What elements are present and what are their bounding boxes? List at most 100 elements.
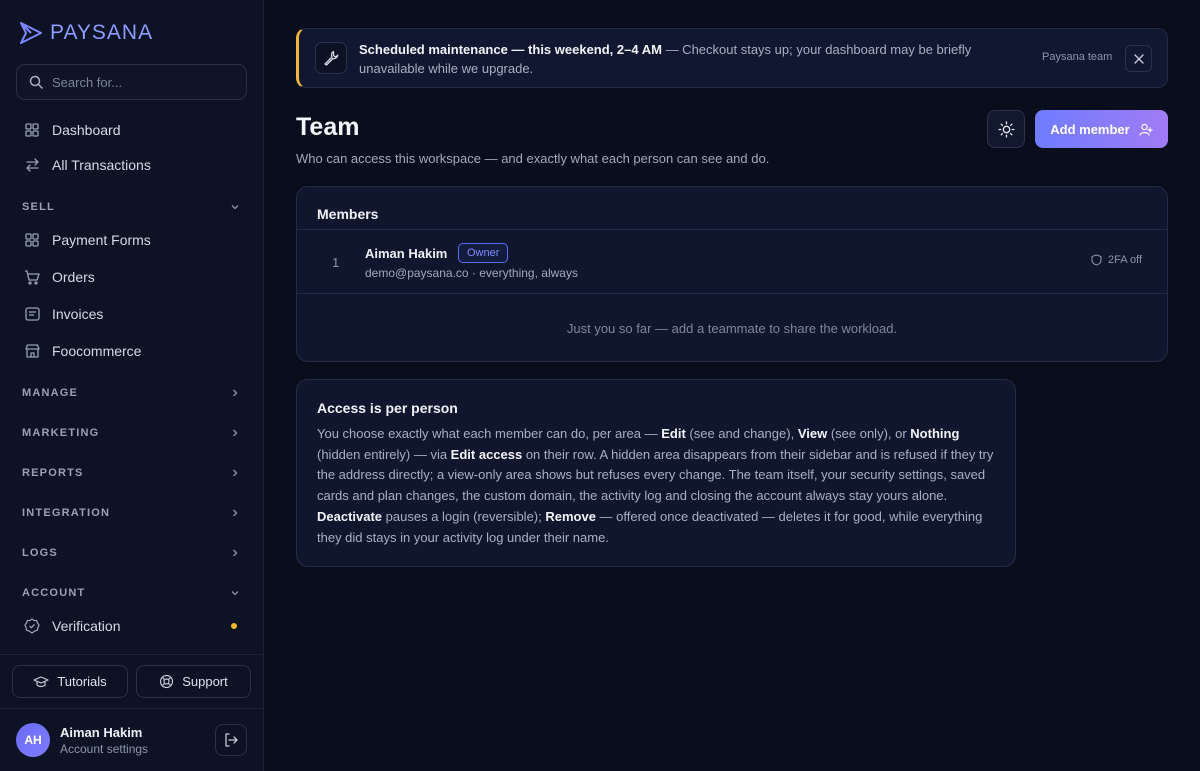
chevron-right-icon: [233, 509, 238, 517]
nav-foocommerce-label: Foocommerce: [52, 343, 142, 359]
banner-message: Scheduled maintenance — this weekend, 2–…: [359, 40, 1031, 78]
tutorials-label: Tutorials: [57, 674, 107, 689]
nav-verification-label: Verification: [52, 618, 121, 634]
maintenance-banner: Scheduled maintenance — this weekend, 2–…: [296, 28, 1168, 88]
cart-icon: [24, 269, 40, 285]
section-marketing-label: MARKETING: [22, 427, 100, 439]
section-manage-label: MANAGE: [22, 387, 79, 399]
access-text: You choose exactly what each member can …: [317, 426, 662, 441]
nav-payment-forms-label: Payment Forms: [52, 232, 151, 248]
brand-name: PAYSANA: [50, 21, 154, 44]
theme-toggle-button[interactable]: [987, 110, 1025, 148]
access-term-nothing: Nothing: [910, 426, 960, 441]
invoice-icon: [24, 306, 40, 322]
paysana-logo-icon: [20, 22, 42, 44]
twofa-status: 2FA off: [1091, 254, 1142, 266]
section-manage[interactable]: MANAGE: [22, 383, 240, 403]
search-box[interactable]: [16, 64, 247, 100]
divider: [297, 229, 1167, 230]
support-label: Support: [182, 674, 228, 689]
access-title: Access is per person: [317, 400, 458, 416]
access-text: (see and change),: [685, 426, 798, 441]
access-term-remove: Remove: [545, 508, 596, 524]
chevron-right-icon: [233, 389, 238, 397]
access-info-card: Access is per person You choose exactly …: [296, 379, 1016, 567]
sidebar-divider: [0, 708, 263, 709]
empty-state-text: Just you so far — add a teammate to shar…: [566, 321, 898, 336]
section-reports[interactable]: REPORTS: [22, 463, 240, 483]
brand-logo[interactable]: PAYSANA: [18, 20, 153, 46]
notification-dot: [231, 623, 237, 629]
wrench-icon: [315, 42, 347, 74]
owner-badge: Owner: [458, 243, 509, 263]
grid-icon: [24, 122, 40, 138]
section-account-label: ACCOUNT: [22, 587, 86, 599]
access-term-edit: Edit: [661, 426, 686, 441]
member-index: 1: [332, 255, 340, 270]
access-term-deactivate: Deactivate: [317, 508, 383, 524]
nav-all-transactions[interactable]: All Transactions: [16, 149, 247, 181]
search-input[interactable]: [52, 74, 232, 90]
nav-dashboard[interactable]: Dashboard: [16, 114, 247, 146]
sidebar: PAYSANA Dashboard All Transactions SELL: [0, 0, 264, 771]
section-marketing[interactable]: MARKETING: [22, 423, 240, 443]
store-icon: [24, 343, 40, 359]
section-reports-label: REPORTS: [22, 467, 84, 479]
members-title: Members: [317, 206, 379, 222]
section-sell[interactable]: SELL: [22, 197, 240, 217]
member-detail: demo@paysana.co · everything, always: [365, 266, 578, 280]
nav-payment-forms[interactable]: Payment Forms: [16, 224, 247, 256]
add-member-label: Add member: [1050, 121, 1130, 137]
banner-close-button[interactable]: [1125, 45, 1152, 72]
close-icon: [1133, 53, 1144, 64]
add-user-icon: [1139, 123, 1153, 136]
logout-button[interactable]: [215, 724, 247, 756]
section-integration[interactable]: INTEGRATION: [22, 503, 240, 523]
nav-transactions-label: All Transactions: [52, 157, 151, 173]
avatar: AH: [16, 723, 50, 757]
access-text: (hidden entirely) — via: [317, 446, 451, 462]
account-settings-link[interactable]: Account settings: [60, 742, 148, 756]
add-member-button[interactable]: Add member: [1035, 110, 1168, 148]
access-term-view: View: [797, 426, 828, 441]
members-card: Members 1 Aiman Hakim Owner demo@paysana…: [296, 186, 1168, 362]
support-button[interactable]: Support: [136, 665, 251, 698]
section-logs-label: LOGS: [22, 547, 58, 559]
user-profile[interactable]: AH Aiman Hakim Account settings: [16, 723, 148, 757]
page-subtitle: Who can access this workspace — and exac…: [296, 151, 770, 166]
section-account[interactable]: ACCOUNT: [22, 583, 240, 603]
transfer-arrows-icon: [24, 157, 40, 173]
nav-verification[interactable]: Verification: [16, 610, 247, 642]
nav-invoices[interactable]: Invoices: [16, 298, 247, 330]
section-integration-label: INTEGRATION: [22, 507, 111, 519]
nav-foocommerce[interactable]: Foocommerce: [16, 335, 247, 367]
nav-orders-label: Orders: [52, 269, 95, 285]
user-name: Aiman Hakim: [60, 724, 143, 740]
nav-dashboard-label: Dashboard: [52, 122, 121, 138]
tutorials-button[interactable]: Tutorials: [12, 665, 128, 698]
chevron-down-icon: [231, 591, 239, 596]
nav-orders[interactable]: Orders: [16, 261, 247, 293]
banner-sender: Paysana team: [1042, 51, 1113, 63]
shield-icon: [1091, 254, 1102, 266]
access-term-edit-access: Edit access: [450, 446, 523, 462]
verified-badge-icon: [24, 618, 40, 634]
grid-icon: [24, 232, 40, 248]
search-icon: [29, 75, 43, 89]
section-logs[interactable]: LOGS: [22, 543, 240, 563]
logout-icon: [225, 733, 238, 747]
banner-title: Scheduled maintenance — this weekend, 2–…: [359, 42, 662, 57]
member-name: Aiman Hakim: [365, 246, 448, 261]
chevron-right-icon: [233, 469, 238, 477]
chevron-right-icon: [233, 549, 238, 557]
access-description: You choose exactly what each member can …: [317, 424, 997, 548]
sun-icon: [997, 120, 1015, 138]
chevron-down-icon: [231, 205, 239, 210]
lifebuoy-icon: [160, 674, 174, 689]
section-sell-label: SELL: [22, 201, 55, 213]
nav-invoices-label: Invoices: [52, 306, 104, 322]
sidebar-divider: [0, 654, 263, 655]
chevron-right-icon: [233, 429, 238, 437]
page-title: Team: [296, 113, 360, 141]
graduation-cap-icon: [33, 675, 49, 687]
